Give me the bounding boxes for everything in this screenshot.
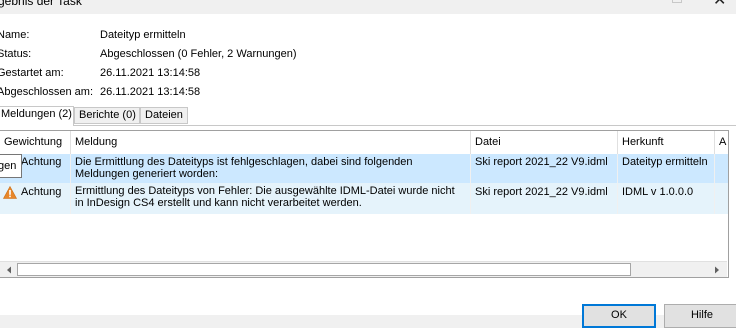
message-cell: Die Ermittlung des Dateityps ist fehlges…: [71, 154, 471, 183]
started-value: 26.11.2021 13:14:58: [100, 67, 201, 79]
name-value: Dateityp ermitteln: [100, 29, 186, 41]
severity-text: Achtung: [21, 156, 62, 168]
column-header-label: Meldung: [75, 136, 118, 148]
help-button[interactable]: Hilfe: [664, 304, 736, 328]
ok-button[interactable]: OK: [582, 304, 656, 328]
origin-cell: IDML v 1.0.0.0: [618, 183, 715, 214]
severity-cell: Achtung: [0, 183, 71, 214]
file-cell: Ski report 2021_22 V9.idml: [471, 183, 618, 214]
finished-value: 26.11.2021 13:14:58: [100, 86, 201, 98]
tooltip-text: gen: [0, 160, 17, 172]
tab-dateien[interactable]: Dateien: [140, 107, 188, 124]
file-cell: Ski report 2021_22 V9.idml: [471, 154, 618, 183]
column-header-herkunft[interactable]: Herkunft: [618, 131, 715, 154]
horizontal-scrollbar[interactable]: [0, 261, 727, 278]
started-label: Gestartet am:: [0, 67, 64, 79]
title-bar: gebnis der Task ✕: [0, 0, 736, 14]
status-label: Status:: [0, 48, 32, 60]
warning-icon: [3, 186, 17, 199]
origin-cell: Dateityp ermitteln: [618, 154, 715, 183]
window-title: gebnis der Task: [0, 0, 82, 8]
column-header-datei[interactable]: Datei: [471, 131, 618, 154]
message-cell: Ermittlung des Dateityps von Fehler: Die…: [71, 183, 471, 214]
table-row[interactable]: Achtung Ermittlung des Dateityps von Feh…: [0, 183, 728, 214]
column-header-a[interactable]: A: [715, 131, 728, 154]
table-row[interactable]: Achtung Die Ermittlung des Dateityps ist…: [0, 154, 728, 183]
column-header-label: Datei: [475, 136, 501, 148]
tooltip: gen: [0, 154, 22, 178]
tab-meldungen[interactable]: Meldungen (2): [0, 106, 74, 126]
scrollbar-thumb[interactable]: [17, 263, 631, 276]
scroll-right-icon[interactable]: [710, 262, 724, 278]
column-header-label: A: [719, 136, 727, 148]
maximize-button[interactable]: [672, 0, 682, 3]
name-label: Name:: [0, 29, 30, 41]
close-icon[interactable]: ✕: [713, 0, 726, 10]
column-header-meldung[interactable]: Meldung: [71, 131, 471, 154]
column-header-gewichtung[interactable]: Gewichtung: [0, 131, 71, 154]
finished-label: Abgeschlossen am:: [0, 86, 93, 98]
severity-text: Achtung: [21, 186, 62, 198]
column-header-label: Herkunft: [622, 136, 664, 148]
status-value: Abgeschlossen (0 Fehler, 2 Warnungen): [100, 48, 297, 60]
column-header-label: Gewichtung: [4, 136, 63, 148]
scroll-left-icon[interactable]: [3, 262, 15, 278]
messages-grid: Gewichtung Meldung Datei Herkunft A Acht…: [0, 130, 729, 278]
tab-berichte[interactable]: Berichte (0): [74, 107, 140, 124]
tab-panel-border: [0, 125, 736, 126]
